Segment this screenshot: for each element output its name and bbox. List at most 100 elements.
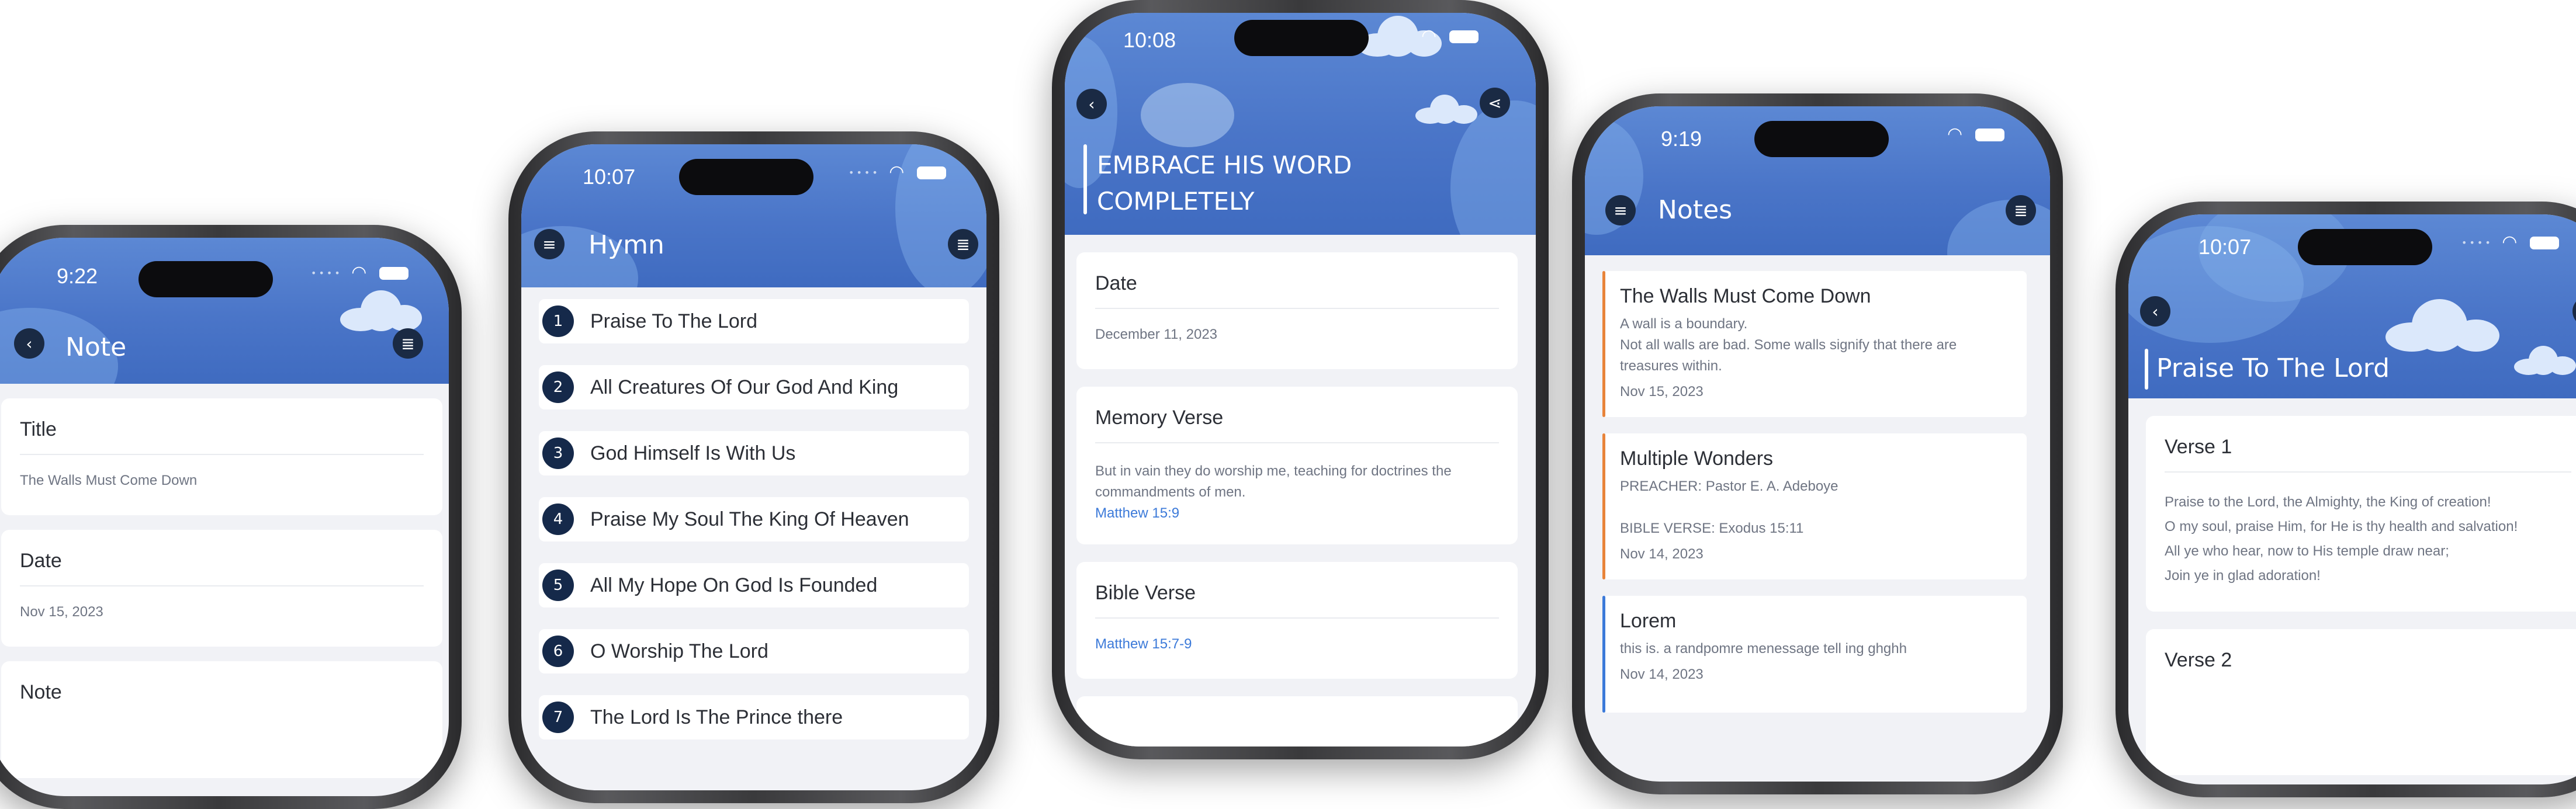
back-button[interactable]: ‹ (2140, 296, 2170, 327)
verse-line: Praise to the Lord, the Almighty, the Ki… (2165, 494, 2491, 510)
battery-icon (2530, 236, 2560, 249)
note-title: Lorem (1620, 610, 1677, 632)
menu-button-left[interactable]: ≡ (1605, 195, 1636, 225)
memory-verse-reference-link[interactable]: Matthew 15:9 (1095, 503, 1499, 524)
list-icon: ≡ (542, 234, 556, 254)
status-time: 10:08 (1123, 28, 1176, 52)
note-date: Nov 14, 2023 (1620, 546, 1704, 562)
phone-hymn-detail: 10:07 •••• ◠ ‹ ⋖ Praise To The Lord Vers… (2115, 202, 2576, 797)
bible-verse-label: Bible Verse (1095, 582, 1196, 604)
status-icons: •••• ◠ (311, 262, 409, 283)
hymn-title: All Creatures Of Our God And King (590, 376, 899, 398)
wifi-icon: ◠ (1947, 124, 1966, 144)
screen: 10:07 •••• ◠ ≡ Hymn ≣ 1 Praise To The Lor… (521, 144, 986, 790)
date-card: Date December 11, 2023 (1076, 252, 1518, 369)
share-button[interactable]: ⋖ (1480, 88, 1510, 118)
header: 9:22 •••• ◠ ‹ Note ≣ (0, 238, 449, 384)
note-card[interactable]: Multiple Wonders PREACHER: Pastor E. A. … (1602, 433, 2027, 579)
screen: 10:08 ◠ ‹ ⋖ EMBRACE HIS WORD COMPLETELY … (1065, 13, 1536, 746)
hymn-row[interactable]: 6 O Worship The Lord (539, 629, 969, 673)
verse-line: All ye who hear, now to His temple draw … (2165, 543, 2449, 559)
chevron-left-icon: ‹ (1088, 94, 1095, 114)
battery-icon (379, 266, 409, 280)
page-title: Notes (1658, 195, 1733, 225)
screen: 10:07 •••• ◠ ‹ ⋖ Praise To The Lord Vers… (2128, 214, 2576, 784)
note-title: Multiple Wonders (1620, 447, 1774, 470)
field-label: Date (20, 550, 62, 572)
status-time: 9:22 (57, 264, 98, 288)
page-title-line-1: EMBRACE HIS WORD (1097, 151, 1352, 179)
header: 10:08 ◠ ‹ ⋖ EMBRACE HIS WORD COMPLETELY (1065, 13, 1536, 235)
field-card-note[interactable]: Note (1, 661, 442, 778)
status-icons: •••• ◠ (2461, 232, 2560, 252)
menu-button-right[interactable]: ≣ (948, 229, 978, 259)
hymn-number-badge: 5 (542, 570, 574, 601)
page-title: Hymn (588, 230, 664, 260)
note-line: PREACHER: Pastor E. A. Adeboye (1620, 478, 1838, 494)
field-label: Note (20, 681, 62, 703)
hymn-number-badge: 2 (542, 371, 574, 403)
hymn-title: All My Hope On God Is Founded (590, 574, 878, 596)
hymn-title: God Himself Is With Us (590, 442, 796, 464)
back-button[interactable]: ‹ (14, 328, 44, 359)
hymn-title: Praise To The Lord (590, 310, 758, 332)
header: 10:07 •••• ◠ ≡ Hymn ≣ (521, 144, 986, 287)
status-time: 10:07 (583, 165, 636, 189)
cloud-decoration (2385, 299, 2502, 352)
verse-line: O my soul, praise Him, for He is thy hea… (2165, 519, 2518, 534)
list-icon: ≡ (1614, 200, 1628, 220)
memory-verse-text-line-1: But in vain they do worship me, teaching… (1095, 463, 1452, 479)
note-card[interactable]: Lorem this is. a randpomre menessage tel… (1602, 596, 2027, 713)
memory-verse-card: Memory Verse But in vain they do worship… (1076, 387, 1518, 544)
hymn-row[interactable]: 4 Praise My Soul The King Of Heaven (539, 497, 969, 541)
hymn-title: Praise My Soul The King Of Heaven (590, 508, 909, 530)
note-card[interactable]: The Walls Must Come Down A wall is a bou… (1602, 271, 2027, 417)
verse-label: Verse 2 (2165, 649, 2232, 671)
hymn-row[interactable]: 5 All My Hope On God Is Founded (539, 563, 969, 607)
page-title-line-2: COMPLETELY (1097, 187, 1255, 216)
wifi-icon: ◠ (889, 162, 908, 182)
hymn-row[interactable]: 1 Praise To The Lord (539, 299, 969, 343)
status-time: 9:19 (1661, 127, 1702, 151)
bible-verse-card: Bible Verse Matthew 15:7-9 (1076, 562, 1518, 679)
hymn-row[interactable]: 2 All Creatures Of Our God And King (539, 365, 969, 409)
hymn-number-badge: 1 (542, 305, 574, 337)
note-line: this is. a randpomre menessage tell ing … (1620, 641, 1907, 657)
status-icons: ◠ (1421, 26, 1479, 46)
back-button[interactable]: ‹ (1076, 89, 1107, 119)
cloud-decoration (1415, 95, 1480, 124)
list-icon: ≣ (2014, 200, 2028, 220)
field-card-title[interactable]: Title The Walls Must Come Down (1, 398, 442, 515)
verse-card-2: Verse 2 (2146, 629, 2576, 775)
field-value: The Walls Must Come Down (20, 473, 198, 488)
verse-card-1: Verse 1 Praise to the Lord, the Almighty… (2146, 416, 2576, 612)
note-title: The Walls Must Come Down (1620, 285, 1871, 307)
menu-button[interactable]: ≣ (393, 328, 423, 359)
hymn-number-badge: 6 (542, 636, 574, 667)
battery-icon (1975, 128, 2004, 141)
status-time: 10:07 (2198, 235, 2252, 259)
cloud-decoration (340, 290, 422, 331)
wifi-icon: ◠ (2502, 232, 2521, 252)
screen: 9:19 ◠ ≡ Notes ≣ The Walls Must Come Dow… (1585, 106, 2050, 782)
menu-button-left[interactable]: ≡ (534, 229, 565, 259)
hymn-row[interactable]: 7 The Lord Is The Prince there (539, 695, 969, 739)
date-value: December 11, 2023 (1095, 327, 1218, 342)
list-icon: ≣ (401, 334, 415, 353)
wifi-icon: ◠ (1421, 26, 1441, 46)
field-label: Title (20, 418, 57, 440)
note-line: BIBLE VERSE: Exodus 15:11 (1620, 520, 1804, 536)
chevron-left-icon: ‹ (26, 334, 33, 353)
note-line (1620, 497, 2009, 518)
date-label: Date (1095, 272, 1137, 294)
hymn-row[interactable]: 3 God Himself Is With Us (539, 431, 969, 475)
share-button[interactable]: ⋖ (2572, 296, 2576, 327)
phone-note-detail: 9:22 •••• ◠ ‹ Note ≣ Title The Walls Mus… (0, 225, 462, 809)
field-value: Nov 15, 2023 (20, 604, 103, 620)
field-card-date[interactable]: Date Nov 15, 2023 (1, 530, 442, 647)
bible-verse-reference-link[interactable]: Matthew 15:7-9 (1095, 636, 1499, 652)
header: 10:07 •••• ◠ ‹ ⋖ Praise To The Lord (2128, 214, 2576, 398)
menu-button-right[interactable]: ≣ (2006, 195, 2036, 225)
note-line: treasures within. (1620, 358, 1722, 374)
hymn-title: O Worship The Lord (590, 640, 768, 662)
